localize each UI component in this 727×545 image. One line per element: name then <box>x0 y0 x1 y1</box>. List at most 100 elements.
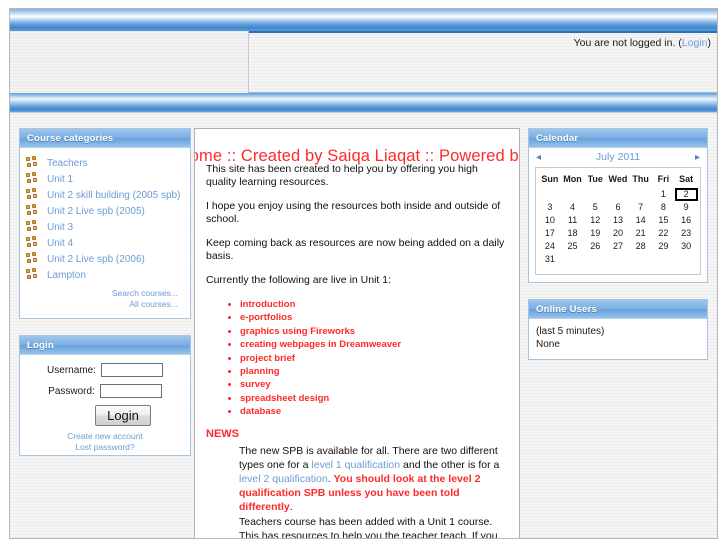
header-body: You are not logged in. (Login) <box>10 31 717 93</box>
category-item-unit-2-skill-building[interactable]: Unit 2 skill building (2005 spb) <box>26 187 184 203</box>
block-course-categories-title: Course categories <box>20 129 190 148</box>
login-submit-row: Login <box>26 405 184 426</box>
block-course-categories: Course categories Teachers Unit 1 Unit 2… <box>19 128 191 319</box>
left-sidebar: Course categories Teachers Unit 1 Unit 2… <box>19 128 191 472</box>
calendar-day-cell <box>674 252 698 266</box>
calendar-day-cell: 30 <box>674 239 698 253</box>
calendar-day-cell: 24 <box>538 239 562 253</box>
online-users-subtitle: (last 5 minutes) <box>536 326 605 337</box>
password-input[interactable] <box>99 384 162 398</box>
block-online-users: Online Users (last 5 minutes) None <box>528 299 708 360</box>
news-paragraph-2: Teachers course has been added with a Un… <box>239 515 508 539</box>
calendar-week-row: 1 2 <box>538 187 698 201</box>
category-folders-icon <box>26 267 42 283</box>
category-folders-icon <box>26 251 42 267</box>
intro-paragraph-4: Currently the following are live in Unit… <box>206 274 392 286</box>
news-body: The new SPB is available for all. There … <box>239 444 508 539</box>
calendar-day-cell <box>583 252 608 266</box>
calendar-day-cell <box>583 187 608 201</box>
intro-paragraph-3: Keep coming back as resources are now be… <box>206 237 505 262</box>
news-paragraph-1: The new SPB is available for all. There … <box>239 444 508 514</box>
category-item-unit-2-live-spb-2005[interactable]: Unit 2 Live spb (2005) <box>26 203 184 219</box>
calendar-day-cell-today: 2 <box>674 187 698 201</box>
calendar-day-cell: 3 <box>538 200 562 214</box>
create-new-account-link[interactable]: Create new account <box>26 431 184 442</box>
lost-password-link[interactable]: Lost password? <box>26 442 184 453</box>
category-item-teachers[interactable]: Teachers <box>26 155 184 171</box>
login-status-tail: ) <box>707 37 712 49</box>
calendar-day-cell: 16 <box>674 213 698 227</box>
calendar-week-row: 24 25 26 27 28 29 30 <box>538 239 698 253</box>
category-item-unit-1[interactable]: Unit 1 <box>26 171 184 187</box>
header-logo-panel <box>10 31 249 93</box>
list-item: spreadsheet design <box>240 392 508 405</box>
category-folders-icon <box>26 155 42 171</box>
category-label: Teachers <box>47 157 88 169</box>
calendar-day-cell: 27 <box>606 239 630 253</box>
live-units-list: introduction e-portfolios graphics using… <box>206 298 508 419</box>
block-course-categories-body: Teachers Unit 1 Unit 2 skill building (2… <box>20 148 190 318</box>
header-accent-line <box>249 31 717 33</box>
news-text-d: . <box>289 500 293 513</box>
category-label: Unit 4 <box>47 237 74 249</box>
category-item-unit-3[interactable]: Unit 3 <box>26 219 184 235</box>
right-sidebar: Calendar ◂ July 2011 ▸ Sun Mon Tue Wed T… <box>528 128 708 376</box>
password-row: Password: <box>26 384 184 398</box>
content-area: Course categories Teachers Unit 1 Unit 2… <box>10 114 717 539</box>
category-folders-icon <box>26 203 42 219</box>
category-item-lampton[interactable]: Lampton <box>26 267 184 283</box>
calendar-day-cell: 21 <box>628 226 653 240</box>
calendar-header-row: Sun Mon Tue Wed Thu Fri Sat <box>538 171 698 188</box>
category-folders-icon <box>26 187 42 203</box>
calendar-day-cell <box>560 252 585 266</box>
calendar-grid-wrapper: Sun Mon Tue Wed Thu Fri Sat 1 2 3 4 5 6 … <box>535 167 701 275</box>
calendar-week-row: 3 4 5 6 7 8 9 <box>538 200 698 214</box>
header-login-link[interactable]: Login <box>682 37 708 49</box>
category-label: Unit 1 <box>47 173 74 185</box>
calendar-day-cell: 20 <box>606 226 630 240</box>
main-content-panel: Welcome :: Created by Saiqa Liaqat :: Po… <box>194 128 520 539</box>
calendar-day-header: Thu <box>628 171 653 188</box>
category-item-unit-4[interactable]: Unit 4 <box>26 235 184 251</box>
password-label: Password: <box>48 385 95 397</box>
page-title: Welcome :: Created by Saiqa Liaqat :: Po… <box>195 147 519 166</box>
news-text-e: Teachers course has been added with a Un… <box>239 515 498 539</box>
course-category-list: Teachers Unit 1 Unit 2 skill building (2… <box>26 155 184 283</box>
category-label: Unit 2 Live spb (2005) <box>47 205 145 217</box>
calendar-month-label: July 2011 <box>595 151 641 163</box>
chevron-right-icon[interactable]: ▸ <box>695 152 700 163</box>
all-courses-link[interactable]: All courses... <box>26 299 178 310</box>
calendar-day-header: Sat <box>674 171 698 188</box>
category-item-unit-2-live-spb-2006[interactable]: Unit 2 Live spb (2006) <box>26 251 184 267</box>
list-item: project brief <box>240 352 508 365</box>
login-status-text: You are not logged in. ( <box>573 37 682 49</box>
page-root: You are not logged in. (Login) Course ca… <box>0 0 727 545</box>
username-input[interactable] <box>100 363 163 377</box>
intro-paragraph-1: This site has been created to help you b… <box>206 163 478 188</box>
intro-paragraph-2: I hope you enjoy using the resources bot… <box>206 200 501 225</box>
search-courses-link[interactable]: Search courses... <box>26 288 178 299</box>
level-2-qualification-link[interactable]: level 2 qualification <box>239 473 328 485</box>
category-label: Lampton <box>47 269 86 281</box>
calendar-table: Sun Mon Tue Wed Thu Fri Sat 1 2 3 4 5 6 … <box>538 171 698 266</box>
calendar-day-cell: 4 <box>560 200 585 214</box>
login-sublinks: Create new account Lost password? <box>26 426 184 455</box>
calendar-day-cell <box>560 187 585 201</box>
login-submit-button[interactable]: Login <box>95 405 151 426</box>
list-item: database <box>240 405 508 418</box>
calendar-day-cell: 8 <box>651 200 676 214</box>
login-status: You are not logged in. (Login) <box>574 37 711 49</box>
calendar-day-cell: 25 <box>560 239 585 253</box>
level-1-qualification-link[interactable]: level 1 qualification <box>311 459 400 471</box>
category-folders-icon <box>26 235 42 251</box>
calendar-day-cell: 5 <box>583 200 608 214</box>
main-content-body: This site has been created to help you b… <box>206 129 508 539</box>
calendar-day-header: Mon <box>560 171 585 188</box>
header-top-gradient-bar <box>10 9 717 31</box>
list-item: planning <box>240 365 508 378</box>
block-calendar: Calendar ◂ July 2011 ▸ Sun Mon Tue Wed T… <box>528 128 708 283</box>
chevron-left-icon[interactable]: ◂ <box>536 152 541 163</box>
block-online-users-title: Online Users <box>529 300 707 319</box>
calendar-day-cell <box>628 187 653 201</box>
calendar-day-cell <box>651 252 676 266</box>
